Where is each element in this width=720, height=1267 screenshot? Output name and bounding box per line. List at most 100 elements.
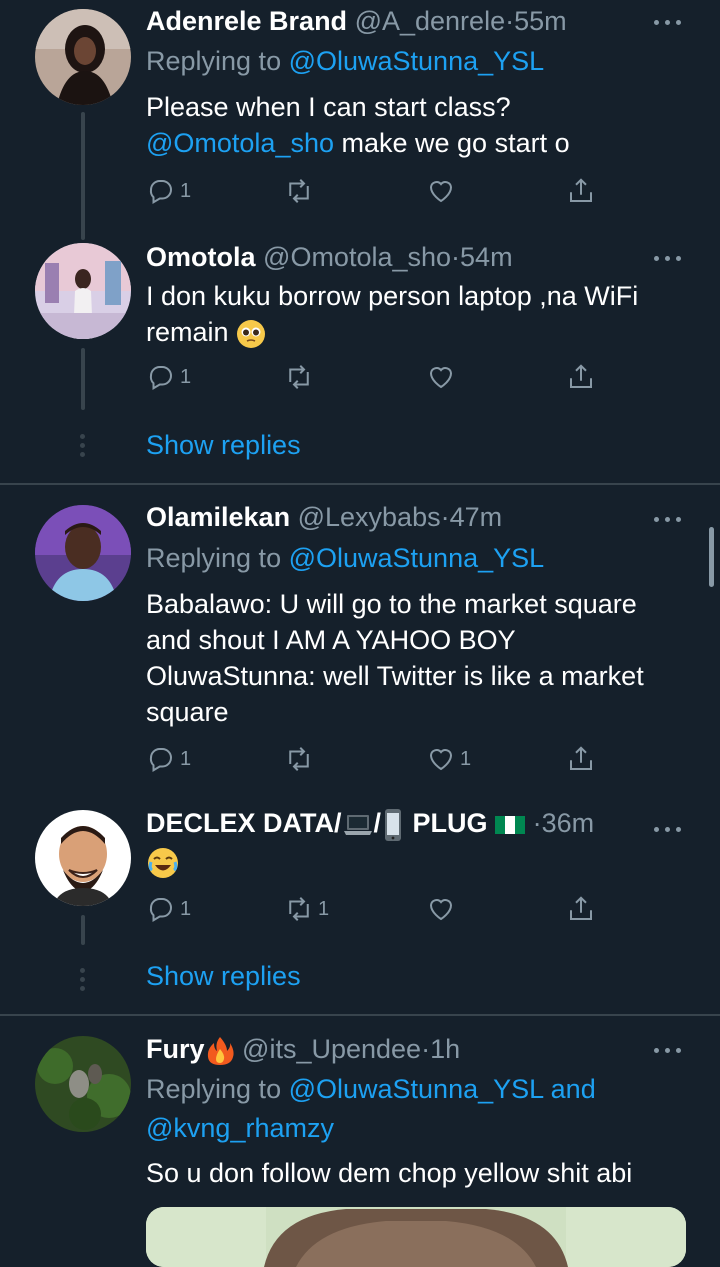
tweet-actions: 1 bbox=[146, 360, 616, 394]
retweet-button[interactable] bbox=[284, 742, 314, 776]
avatar[interactable] bbox=[35, 505, 131, 601]
tweet-adenrele[interactable]: Adenrele Brand @A_denrele·55m Replying t… bbox=[0, 0, 720, 240]
share-button[interactable] bbox=[566, 742, 596, 776]
reply-count: 1 bbox=[180, 365, 192, 388]
laughing-face-emoji bbox=[148, 847, 178, 878]
tweet-actions: 1 bbox=[146, 174, 616, 208]
heart-icon bbox=[429, 749, 453, 771]
fire-emoji bbox=[207, 1036, 234, 1065]
like-button[interactable] bbox=[426, 174, 456, 208]
tweet-text-line: Please when I can start class? bbox=[146, 92, 511, 122]
author-handle[interactable]: @Lexybabs bbox=[298, 502, 441, 532]
retweet-count: 1 bbox=[318, 897, 330, 920]
like-button[interactable] bbox=[426, 892, 456, 926]
laptop-emoji bbox=[343, 814, 372, 835]
author-name-text: Fury bbox=[146, 1034, 205, 1064]
author-handle[interactable]: @A_denrele bbox=[355, 6, 506, 36]
tweet-actions: 1 1 bbox=[146, 742, 616, 776]
timestamp[interactable]: 54m bbox=[460, 242, 513, 272]
retweet-icon bbox=[289, 897, 309, 921]
retweet-button[interactable] bbox=[284, 174, 314, 208]
replying-to: Replying to @OluwaStunna_YSL bbox=[146, 43, 544, 79]
author-name[interactable]: DECLEX DATA/ / PLUG bbox=[146, 808, 533, 841]
tweet-text-line: and shout I AM A YAHOO BOY bbox=[146, 625, 516, 655]
heart-icon bbox=[429, 181, 453, 203]
retweet-icon bbox=[289, 747, 309, 771]
show-replies-link[interactable]: Show replies bbox=[146, 430, 301, 461]
author-name[interactable]: Fury bbox=[146, 1034, 235, 1065]
more-icon[interactable] bbox=[654, 819, 684, 839]
share-button[interactable] bbox=[566, 892, 596, 926]
tweet-text: So u don follow dem chop yellow shit abi bbox=[146, 1155, 686, 1191]
retweet-button[interactable]: 1 bbox=[284, 892, 329, 926]
tweet-olamilekan[interactable]: Olamilekan @Lexybabs·47m Replying to @Ol… bbox=[0, 485, 720, 795]
reply-button[interactable]: 1 bbox=[146, 360, 191, 394]
scrollbar[interactable] bbox=[709, 527, 714, 587]
more-icon[interactable] bbox=[654, 1040, 684, 1060]
retweet-icon bbox=[289, 179, 309, 203]
separator-dot: · bbox=[421, 1034, 431, 1064]
author-name[interactable]: Olamilekan bbox=[146, 502, 290, 532]
timestamp[interactable]: 47m bbox=[450, 502, 503, 532]
replying-and: and bbox=[543, 1074, 596, 1104]
mobile-phone-emoji bbox=[385, 808, 402, 841]
tweet-omotola[interactable]: Omotola @Omotola_sho·54m I don kuku borr… bbox=[0, 240, 720, 485]
reply-button[interactable]: 1 bbox=[146, 174, 191, 208]
tweet-declex[interactable]: DECLEX DATA// PLUG ·36m 1 1 Show replies bbox=[0, 795, 720, 1015]
retweet-button[interactable] bbox=[284, 360, 314, 394]
heart-icon bbox=[429, 899, 453, 921]
share-button[interactable] bbox=[566, 360, 596, 394]
avatar[interactable] bbox=[35, 243, 131, 339]
tweet-text: I don kuku borrow person laptop ,na WiFi… bbox=[146, 278, 686, 350]
tweet-text-line: remain bbox=[146, 317, 229, 347]
replying-prefix: Replying to bbox=[146, 1074, 289, 1104]
more-icon[interactable] bbox=[654, 248, 684, 268]
thread-dots bbox=[80, 968, 86, 995]
timestamp[interactable]: 55m bbox=[514, 6, 567, 36]
replying-to-link[interactable]: @OluwaStunna_YSL bbox=[289, 46, 545, 76]
reply-count: 1 bbox=[180, 179, 192, 202]
reply-icon bbox=[149, 748, 172, 773]
author-name-part: / bbox=[373, 808, 382, 838]
nigeria-flag-emoji bbox=[495, 815, 526, 834]
author-name[interactable]: Omotola bbox=[146, 242, 256, 272]
timestamp[interactable]: 36m bbox=[542, 808, 595, 838]
replying-prefix: Replying to bbox=[146, 46, 289, 76]
tweet-text-line: square bbox=[146, 697, 229, 727]
like-button[interactable] bbox=[426, 360, 456, 394]
author-name[interactable]: Adenrele Brand bbox=[146, 6, 347, 36]
mention-link[interactable]: @Omotola_sho bbox=[146, 128, 334, 158]
replying-prefix: Replying to bbox=[146, 543, 289, 573]
author-handle[interactable]: @Omotola_sho bbox=[263, 242, 451, 272]
replying-to-link[interactable]: @OluwaStunna_YSL bbox=[289, 1074, 544, 1104]
more-icon[interactable] bbox=[654, 12, 684, 32]
author-handle[interactable]: @its_Upendee bbox=[242, 1034, 421, 1064]
reply-icon bbox=[149, 366, 172, 391]
show-replies-link[interactable]: Show replies bbox=[146, 961, 301, 992]
reply-button[interactable]: 1 bbox=[146, 742, 191, 776]
share-icon bbox=[570, 364, 592, 388]
separator-dot: · bbox=[440, 502, 450, 532]
share-icon bbox=[570, 896, 592, 920]
replying-to-link[interactable]: @kvng_rhamzy bbox=[146, 1113, 334, 1143]
author-name-part: DECLEX DATA/ bbox=[146, 808, 342, 838]
thread-dots bbox=[80, 434, 86, 461]
replying-to-link[interactable]: @OluwaStunna_YSL bbox=[289, 543, 545, 573]
reply-button[interactable]: 1 bbox=[146, 892, 191, 926]
tweet-media-image[interactable] bbox=[146, 1207, 686, 1267]
tweet-text: Please when I can start class? @Omotola_… bbox=[146, 89, 686, 161]
avatar[interactable] bbox=[35, 1036, 131, 1132]
timestamp[interactable]: 1h bbox=[430, 1034, 460, 1064]
tweet-text-line: OluwaStunna: well Twitter is like a mark… bbox=[146, 661, 644, 691]
tweet-text: Babalawo: U will go to the market square… bbox=[146, 586, 686, 730]
tweet-text-line: So u don follow dem chop yellow shit abi bbox=[146, 1158, 633, 1188]
reply-icon bbox=[149, 898, 172, 923]
reply-count: 1 bbox=[180, 747, 192, 770]
more-icon[interactable] bbox=[654, 509, 684, 529]
avatar[interactable] bbox=[35, 810, 131, 906]
pleading-face-emoji bbox=[237, 319, 266, 348]
like-count: 1 bbox=[460, 747, 472, 770]
share-button[interactable] bbox=[566, 174, 596, 208]
like-button[interactable]: 1 bbox=[426, 742, 471, 776]
avatar[interactable] bbox=[35, 9, 131, 105]
